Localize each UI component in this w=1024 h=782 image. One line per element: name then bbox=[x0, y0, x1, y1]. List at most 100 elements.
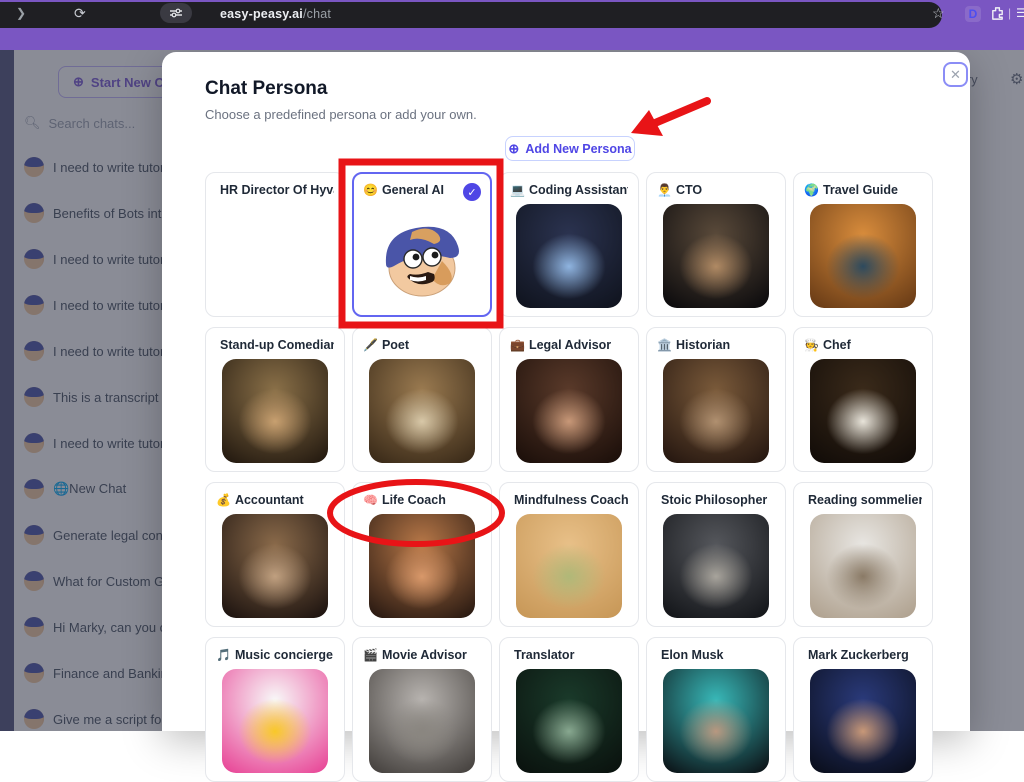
persona-title: 🧑‍🍳 Chef bbox=[804, 338, 922, 352]
persona-title: 🎬 Movie Advisor bbox=[363, 648, 481, 662]
persona-name: Historian bbox=[676, 338, 730, 352]
puzzle-glyph bbox=[990, 6, 1005, 21]
persona-portrait bbox=[663, 514, 769, 618]
persona-portrait bbox=[663, 359, 769, 463]
persona-name: Music concierge bbox=[235, 648, 333, 662]
persona-name: Travel Guide bbox=[823, 183, 898, 197]
forward-nav-icon[interactable]: ❯ bbox=[16, 6, 26, 20]
persona-card[interactable]: 💻 Coding Assistant ✓ bbox=[499, 172, 639, 317]
persona-card[interactable]: 🖋️ Poet ✓ bbox=[352, 327, 492, 472]
persona-portrait bbox=[516, 359, 622, 463]
add-new-persona-button[interactable]: ⊕ Add New Persona bbox=[505, 136, 635, 161]
persona-portrait bbox=[222, 359, 328, 463]
persona-name: Accountant bbox=[235, 493, 304, 507]
chat-persona-modal: Chat Persona Choose a predefined persona… bbox=[162, 52, 970, 731]
persona-name: Mindfulness Coach bbox=[514, 493, 628, 507]
persona-portrait bbox=[222, 669, 328, 773]
plus-circle-icon: ⊕ bbox=[508, 142, 519, 155]
bookmark-star-icon[interactable]: ☆ bbox=[932, 5, 945, 22]
persona-name: Reading sommelier bbox=[808, 493, 922, 507]
url-path: /chat bbox=[303, 7, 331, 21]
persona-title: 💼 Legal Advisor bbox=[510, 338, 628, 352]
persona-portrait bbox=[810, 514, 916, 618]
persona-name: Life Coach bbox=[382, 493, 446, 507]
persona-title: 💻 Coding Assistant bbox=[510, 183, 628, 197]
persona-name: HR Director Of Hyva bbox=[220, 183, 334, 197]
persona-name: Chef bbox=[823, 338, 851, 352]
persona-title: 🧠 Life Coach bbox=[363, 493, 481, 507]
address-bar[interactable] bbox=[0, 2, 942, 28]
persona-portrait bbox=[810, 359, 916, 463]
extension-d-icon[interactable]: D bbox=[965, 6, 981, 22]
persona-emoji-icon: 🎵 bbox=[216, 648, 231, 662]
persona-title: HR Director Of Hyva bbox=[216, 183, 334, 197]
persona-emoji-icon: 💻 bbox=[510, 183, 525, 197]
add-new-persona-label: Add New Persona bbox=[525, 142, 631, 156]
browser-toolbar: ❯ ⟳ easy-peasy.ai/chat ☆ D | ☰ bbox=[0, 0, 1024, 50]
persona-emoji-icon: 🧑‍🍳 bbox=[804, 338, 819, 352]
persona-card[interactable]: Translator ✓ bbox=[499, 637, 639, 782]
modal-subtitle: Choose a predefined persona or add your … bbox=[205, 107, 477, 122]
extensions-puzzle-icon[interactable] bbox=[990, 6, 1005, 24]
persona-card[interactable]: 😊 General AI ✓ bbox=[352, 172, 492, 317]
persona-title: Mark Zuckerberg bbox=[804, 648, 922, 662]
persona-portrait bbox=[369, 204, 475, 308]
persona-emoji-icon: 👨‍💼 bbox=[657, 183, 672, 197]
persona-emoji-icon: 💰 bbox=[216, 493, 231, 507]
persona-portrait bbox=[369, 669, 475, 773]
url-host: easy-peasy.ai bbox=[220, 7, 303, 21]
persona-card[interactable]: 🧠 Life Coach ✓ bbox=[352, 482, 492, 627]
persona-title: 🖋️ Poet bbox=[363, 338, 481, 352]
persona-card[interactable]: Mindfulness Coach ✓ bbox=[499, 482, 639, 627]
persona-emoji-icon: 😊 bbox=[363, 183, 378, 197]
persona-title: 🏛️ Historian bbox=[657, 338, 775, 352]
persona-portrait bbox=[222, 514, 328, 618]
persona-card[interactable]: 💼 Legal Advisor ✓ bbox=[499, 327, 639, 472]
persona-title: Stand-up Comedian bbox=[216, 338, 334, 352]
persona-title: Mindfulness Coach bbox=[510, 493, 628, 507]
persona-emoji-icon: 💼 bbox=[510, 338, 525, 352]
persona-card[interactable]: 🌍 Travel Guide ✓ bbox=[793, 172, 933, 317]
persona-name: Elon Musk bbox=[661, 648, 724, 662]
persona-card[interactable]: Stand-up Comedian ✓ bbox=[205, 327, 345, 472]
site-settings-icon[interactable] bbox=[160, 3, 192, 23]
persona-emoji-icon: 🏛️ bbox=[657, 338, 672, 352]
persona-title: Translator bbox=[510, 648, 628, 662]
persona-name: Coding Assistant bbox=[529, 183, 628, 197]
close-button[interactable]: ✕ bbox=[943, 62, 968, 87]
persona-emoji-icon: 🌍 bbox=[804, 183, 819, 197]
persona-name: General AI bbox=[382, 183, 444, 197]
persona-title: 💰 Accountant bbox=[216, 493, 334, 507]
persona-name: Mark Zuckerberg bbox=[808, 648, 909, 662]
persona-card[interactable]: 💰 Accountant ✓ bbox=[205, 482, 345, 627]
persona-card[interactable]: 🧑‍🍳 Chef ✓ bbox=[793, 327, 933, 472]
tune-glyph bbox=[169, 7, 183, 19]
persona-name: Movie Advisor bbox=[382, 648, 467, 662]
persona-title: 👨‍💼 CTO bbox=[657, 183, 775, 197]
persona-name: Legal Advisor bbox=[529, 338, 611, 352]
persona-card[interactable]: 🎵 Music concierge ✓ bbox=[205, 637, 345, 782]
persona-portrait bbox=[663, 669, 769, 773]
persona-portrait bbox=[516, 204, 622, 308]
persona-card[interactable]: 👨‍💼 CTO ✓ bbox=[646, 172, 786, 317]
persona-name: Stoic Philosopher bbox=[661, 493, 767, 507]
persona-card[interactable]: Mark Zuckerberg ✓ bbox=[793, 637, 933, 782]
persona-card[interactable]: HR Director Of Hyva ✓ bbox=[205, 172, 345, 317]
url-text[interactable]: easy-peasy.ai/chat bbox=[220, 7, 331, 21]
side-panel-icon[interactable]: ☰ bbox=[1016, 6, 1024, 20]
persona-card[interactable]: 🏛️ Historian ✓ bbox=[646, 327, 786, 472]
mascot-boy-illustration bbox=[372, 206, 472, 306]
toolbar-separator: | bbox=[1008, 6, 1011, 20]
modal-title: Chat Persona bbox=[205, 78, 327, 100]
persona-portrait bbox=[516, 514, 622, 618]
refresh-icon[interactable]: ⟳ bbox=[74, 5, 86, 22]
persona-card[interactable]: Elon Musk ✓ bbox=[646, 637, 786, 782]
persona-card[interactable]: Stoic Philosopher ✓ bbox=[646, 482, 786, 627]
persona-portrait bbox=[516, 669, 622, 773]
persona-title: Reading sommelier bbox=[804, 493, 922, 507]
persona-card[interactable]: Reading sommelier ✓ bbox=[793, 482, 933, 627]
persona-portrait bbox=[369, 359, 475, 463]
persona-title: Elon Musk bbox=[657, 648, 775, 662]
persona-name: Translator bbox=[514, 648, 574, 662]
persona-card[interactable]: 🎬 Movie Advisor ✓ bbox=[352, 637, 492, 782]
